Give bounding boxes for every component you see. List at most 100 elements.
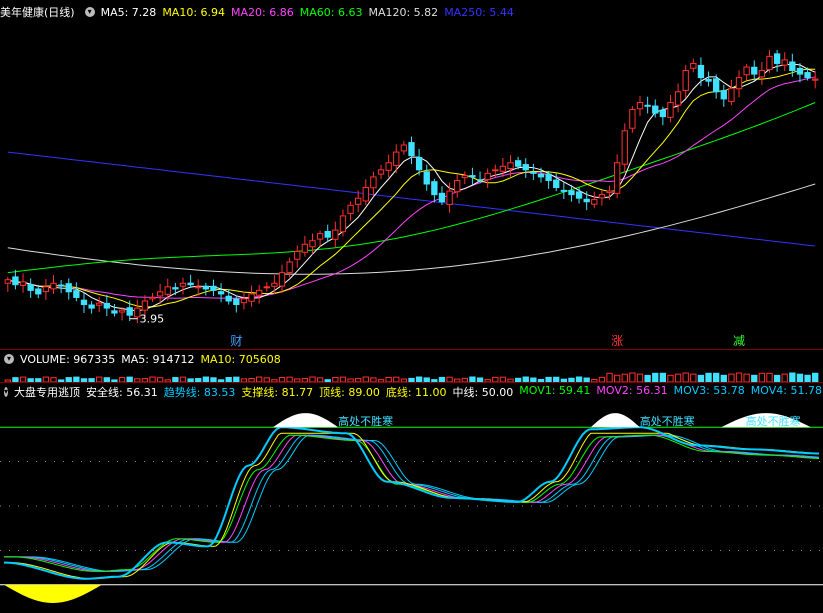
candle-body: [255, 289, 263, 296]
candle-body: [720, 90, 727, 100]
volume-bar: [636, 373, 644, 382]
candle-body: [659, 109, 667, 118]
indicator-legend: ▾ 大盘专用逃顶 安全线: 56.31 趋势线: 83.53 支撑线: 81.77 顶…: [0, 383, 823, 401]
candle-body: [393, 151, 400, 166]
candle-body: [514, 160, 522, 167]
mov2-line: [4, 434, 820, 572]
candle-body: [385, 162, 392, 171]
indicator-legend-item-6: MOV1: 59.41: [519, 384, 591, 397]
candle-body: [674, 91, 682, 106]
indicator-legend-item-0: 安全线: 56.31: [86, 386, 158, 399]
ma120-line: [7, 183, 816, 275]
volume-bar: [674, 373, 682, 382]
candle-body: [804, 72, 811, 79]
volume-legend-item-2: MA10: 705608: [200, 352, 281, 366]
volume-bar: [644, 374, 651, 382]
indicator-legend-item-1: 趋势线: 83.53: [163, 386, 236, 399]
candle-body: [164, 286, 171, 295]
indicator-legend-item-3: 顶线: 89.00: [319, 386, 380, 399]
indicator-legend-item-9: MOV4: 51.78: [750, 384, 822, 397]
candle-body: [316, 233, 324, 240]
collapse-icon[interactable]: ▾: [4, 354, 14, 364]
volume-bar: [789, 372, 796, 382]
candle-body: [377, 169, 385, 175]
candle-body: [636, 101, 644, 110]
volume-legend-item-0: VOLUME: 967335: [20, 352, 116, 366]
candle-body: [324, 230, 331, 238]
candle-body: [225, 295, 232, 302]
candle-body: [492, 169, 499, 172]
candle-body: [667, 101, 674, 118]
candle-body: [301, 243, 309, 253]
candle-body: [789, 61, 796, 72]
top-warning-text: 高处不胜寒: [640, 414, 695, 428]
volume-bar: [652, 372, 659, 382]
volume-bar: [735, 372, 743, 382]
candle-body: [141, 300, 149, 311]
candle-body: [606, 190, 613, 194]
candle-body: [210, 285, 217, 291]
candle-body: [705, 78, 712, 82]
candle-body: [743, 66, 750, 76]
candle-body: [179, 282, 187, 287]
volume-bar: [705, 372, 712, 382]
candle-body: [35, 288, 42, 295]
candle-body: [88, 304, 95, 309]
indicator-title: 大盘专用逃顶: [14, 386, 81, 399]
candle-body: [408, 142, 415, 157]
volume-legend: ▾ VOLUME: 967335 MA5: 914712 MA10: 705608: [0, 350, 823, 368]
candle-body: [118, 309, 126, 313]
candle-body: [469, 175, 476, 178]
candle-body: [309, 240, 316, 248]
candle-body: [766, 55, 773, 71]
volume-bar: [781, 373, 788, 382]
indicator-legend-item-5: 中线: 50.00: [452, 386, 514, 399]
candle-body: [27, 283, 34, 291]
candle-body: [583, 198, 590, 203]
candle-body: [111, 310, 118, 314]
candle-body: [476, 179, 484, 182]
event-label: 减: [733, 334, 745, 347]
candle-body: [522, 164, 529, 171]
candle-body: [537, 173, 545, 178]
candle-body: [362, 187, 369, 202]
ma10-line: [7, 68, 816, 308]
candle-body: [263, 286, 270, 289]
ma250-line: [7, 151, 816, 247]
volume-bar: [773, 374, 781, 382]
candle-body: [42, 286, 50, 293]
candle-body: [560, 189, 568, 192]
candle-body: [271, 282, 278, 287]
volume-bar: [743, 373, 750, 382]
volume-bar: [728, 373, 735, 382]
volume-bar: [682, 372, 689, 382]
volume-bar: [690, 373, 697, 382]
candle-body: [233, 298, 240, 306]
candle-body: [73, 290, 80, 298]
candle-body: [278, 272, 286, 287]
indicator-chart[interactable]: 高处不胜寒 高处不胜寒 高处不胜寒: [0, 401, 823, 613]
candle-body: [431, 181, 438, 196]
volume-bar: [697, 374, 705, 382]
candle-body: [195, 286, 202, 289]
volume-bar: [720, 374, 727, 382]
candle-body: [438, 192, 446, 203]
collapse-icon[interactable]: ▾: [4, 387, 9, 397]
mov1-line: [4, 434, 820, 572]
candle-body: [80, 299, 88, 306]
candle-body: [12, 276, 19, 286]
volume-legend-list: VOLUME: 967335 MA5: 914712 MA10: 705608: [20, 353, 287, 366]
candle-body: [499, 165, 507, 172]
candle-body: [149, 296, 156, 300]
price-chart[interactable]: 3.95 财 涨 减: [0, 0, 823, 347]
candle-body: [172, 287, 179, 290]
volume-chart[interactable]: [0, 368, 823, 382]
candle-body: [454, 179, 461, 193]
ma20-line: [7, 76, 816, 299]
bottom-fill: [4, 584, 102, 603]
candle-body: [758, 70, 766, 78]
candle-body: [735, 77, 743, 90]
candle-body: [629, 109, 636, 129]
candle-body: [644, 104, 651, 107]
candle-body: [355, 197, 362, 205]
